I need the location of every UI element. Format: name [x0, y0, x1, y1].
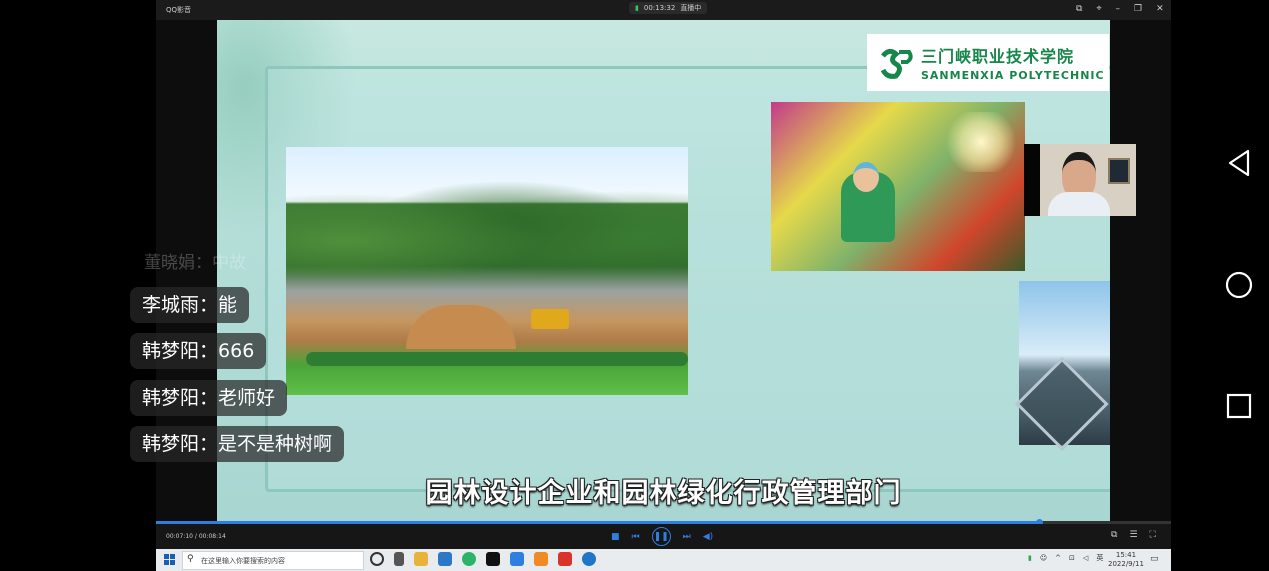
browser-icon[interactable] [462, 552, 476, 566]
fullscreen-icon[interactable]: ⛶ [1150, 530, 1156, 540]
logo-chinese-name: 三门峡职业技术学院 [921, 47, 1075, 66]
chat-text: 能 [218, 294, 238, 316]
chat-user: 韩梦阳 [142, 387, 200, 409]
clock-time: 15:41 [1115, 551, 1137, 559]
pin-icon[interactable]: ⌖ [1096, 4, 1101, 14]
network-icon[interactable]: ⊡ [1069, 554, 1075, 562]
system-tray: ▮ ☺ ^ ⊡ ◁ 英 [1028, 553, 1103, 563]
gardener-flowers-photo [771, 102, 1025, 271]
screenshot-icon[interactable]: ⧉ [1111, 530, 1117, 540]
chat-faded-message: 董晓娟：中故 [144, 253, 246, 273]
chat-message: 韩梦阳：666 [130, 333, 267, 369]
chat-message: 李城雨：能 [130, 287, 250, 323]
wps-icon[interactable] [558, 552, 572, 566]
app-icon-blue[interactable] [510, 552, 524, 566]
clock-date: 2022/9/11 [1108, 560, 1144, 568]
chat-text: 老师好 [218, 387, 276, 409]
chat-user: 韩梦阳 [142, 340, 200, 362]
minimize-icon[interactable]: – [1116, 4, 1121, 14]
file-explorer-icon[interactable] [414, 552, 428, 566]
live-indicator: ▮ 00:13:32 直播中 [629, 2, 708, 14]
notification-icon[interactable]: ▭ [1150, 554, 1159, 564]
app-icon-black[interactable] [486, 552, 500, 566]
glass-building-photo [1015, 281, 1110, 451]
mail-icon[interactable] [438, 552, 452, 566]
volume-icon[interactable]: ◀) [703, 532, 713, 542]
logo-english-name: SANMENXIA POLYTECHNIC [921, 69, 1105, 82]
restore-icon[interactable]: ❐ [1134, 4, 1142, 14]
recent-square-icon[interactable] [1222, 389, 1256, 423]
chevron-up-icon[interactable]: ^ [1055, 554, 1061, 562]
back-triangle-icon[interactable] [1222, 146, 1256, 180]
chat-text: 是不是种树啊 [218, 433, 333, 455]
input-language[interactable]: 英 [1096, 553, 1103, 563]
next-icon[interactable]: ⏭ [683, 532, 691, 542]
live-status: 直播中 [680, 4, 702, 12]
chat-user: 韩梦阳 [142, 433, 200, 455]
pip-icon[interactable]: ⧉ [1076, 4, 1082, 14]
chat-message: 韩梦阳：是不是种树啊 [130, 426, 345, 462]
play-pause-icon[interactable]: ❚❚ [651, 527, 671, 546]
people-icon[interactable]: ☺ [1040, 554, 1047, 562]
cortana-icon[interactable] [370, 552, 384, 566]
battery-icon[interactable]: ▮ [1028, 554, 1032, 562]
window-controls: ⧉ ⌖ – ❐ ✕ [1076, 4, 1164, 14]
live-time: 00:13:32 [643, 4, 676, 12]
app-icon-circle[interactable] [582, 552, 596, 566]
chat-user: 李城雨 [142, 294, 200, 316]
taskbar-clock[interactable]: 15:41 2022/9/11 [1108, 551, 1144, 569]
playlist-icon[interactable]: ☰ [1129, 530, 1137, 540]
stop-icon[interactable]: ■ [611, 532, 620, 542]
previous-icon[interactable]: ⏮ [632, 532, 640, 542]
presenter-webcam[interactable] [1024, 144, 1136, 216]
speaker-icon[interactable]: ◁ [1083, 554, 1088, 562]
live-chat-overlay: 董晓娟：中故 李城雨：能 韩梦阳：666 韩梦阳：老师好 韩梦阳：是不是种树啊 [130, 0, 370, 571]
chat-message: 韩梦阳：老师好 [130, 380, 288, 416]
logo-mark-icon [879, 46, 913, 80]
task-view-icon[interactable] [394, 552, 404, 566]
close-icon[interactable]: ✕ [1156, 4, 1164, 14]
home-circle-icon[interactable] [1222, 268, 1256, 302]
college-logo: 三门峡职业技术学院 SANMENXIA POLYTECHNIC [867, 34, 1109, 91]
taskbar-apps [370, 552, 596, 566]
chat-text: 666 [218, 340, 255, 362]
app-icon-orange[interactable] [534, 552, 548, 566]
phone-nav-bar [1171, 0, 1269, 571]
signal-icon: ▮ [635, 4, 639, 12]
